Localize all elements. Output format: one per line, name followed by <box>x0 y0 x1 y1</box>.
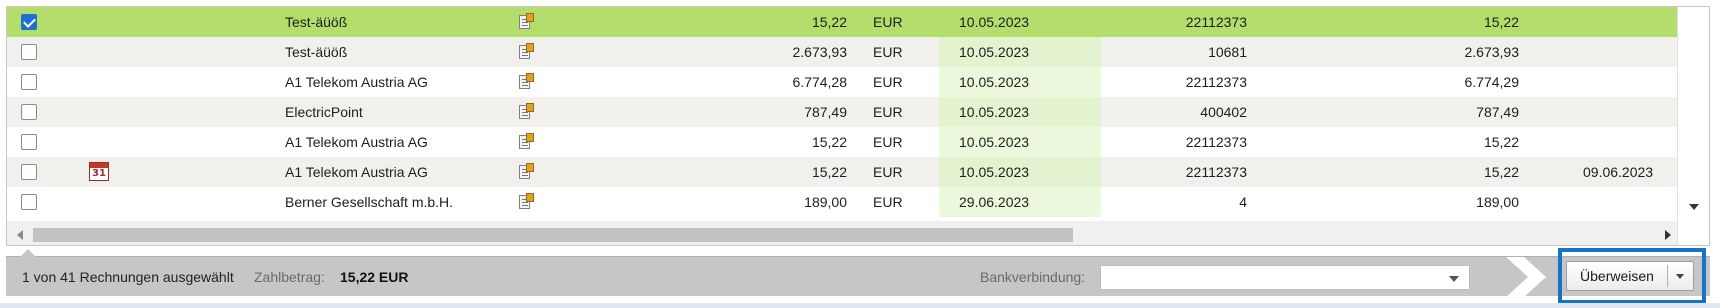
vertical-scrollbar[interactable] <box>1677 7 1709 245</box>
table-row[interactable]: 31 A1 Telekom Austria AG 15,22 EUR 10.05.202… <box>7 157 1677 187</box>
row-checkbox[interactable] <box>21 14 37 30</box>
footer-notch <box>20 249 36 257</box>
invoice-partner-cell: A1 Telekom Austria AG <box>285 134 428 150</box>
table-row[interactable]: Test-äüöß 2.673,93 EUR 10.05.2023 10681 2.673… <box>7 37 1677 67</box>
currency-cell: EUR <box>873 134 903 150</box>
open-amount-cell: 189,00 <box>1476 194 1519 210</box>
reference-cell: 4 <box>1239 194 1247 210</box>
currency-cell: EUR <box>873 164 903 180</box>
table-row[interactable]: Berner Gesellschaft m.b.H. 189,00 EUR 29.06… <box>7 187 1677 217</box>
invoice-date-cell: 10.05.2023 <box>959 14 1030 30</box>
document-icon[interactable] <box>519 13 535 30</box>
reference-cell: 22112373 <box>1185 14 1247 30</box>
bank-connection-label: Bankverbindung: <box>980 269 1086 285</box>
row-checkbox[interactable] <box>21 164 37 180</box>
open-amount-cell: 15,22 <box>1483 134 1519 150</box>
invoice-amount-cell: 2.673,93 <box>792 44 848 60</box>
document-icon[interactable] <box>519 133 535 150</box>
open-amount-cell: 6.774,29 <box>1464 74 1520 90</box>
invoice-date-cell: 10.05.2023 <box>959 44 1030 60</box>
document-icon[interactable] <box>519 43 535 60</box>
row-checkbox[interactable] <box>21 194 37 210</box>
invoice-date-cell: 10.05.2023 <box>959 104 1030 120</box>
open-amount-cell: 15,22 <box>1483 14 1519 30</box>
invoice-amount-cell: 787,49 <box>804 104 847 120</box>
invoice-partner-cell: A1 Telekom Austria AG <box>285 164 428 180</box>
invoice-partner-cell: ElectricPoint <box>285 104 363 120</box>
currency-cell: EUR <box>873 194 903 210</box>
invoice-date-cell: 10.05.2023 <box>959 134 1030 150</box>
table-row[interactable]: A1 Telekom Austria AG 6.774,28 EUR 10.05.20… <box>7 67 1677 97</box>
reference-cell: 10681 <box>1208 44 1247 60</box>
row-checkbox[interactable] <box>21 104 37 120</box>
invoice-partner-cell: Test-äüöß <box>285 44 348 60</box>
invoice-date-cell: 10.05.2023 <box>959 164 1030 180</box>
currency-cell: EUR <box>873 44 903 60</box>
due-date-cell: 09.06.2023 <box>1583 164 1654 180</box>
scroll-down-icon[interactable] <box>1689 204 1699 210</box>
document-icon[interactable] <box>519 103 535 120</box>
step-chevron-icon <box>1506 257 1546 297</box>
scroll-left-icon[interactable] <box>17 230 23 240</box>
reference-cell: 22112373 <box>1185 164 1247 180</box>
payment-footer: 1 von 41 Rechnungen ausgewählt Zahlbetra… <box>6 249 1710 297</box>
invoice-amount-cell: 6.774,28 <box>792 74 848 90</box>
table-row[interactable]: Test-äüöß 15,22 EUR 10.05.2023 22112373 15,22 <box>7 7 1677 37</box>
horizontal-scrollbar[interactable] <box>7 221 1677 245</box>
invoice-partner-cell: A1 Telekom Austria AG <box>285 74 428 90</box>
invoice-amount-cell: 15,22 <box>811 14 847 30</box>
row-checkbox[interactable] <box>21 44 37 60</box>
invoice-partner-cell: Berner Gesellschaft m.b.H. <box>285 194 454 210</box>
reference-cell: 22112373 <box>1185 134 1247 150</box>
invoice-grid: Test-äüöß 15,22 EUR 10.05.2023 22112373 15,22… <box>6 6 1710 246</box>
calendar-icon: 31 <box>89 162 109 181</box>
row-checkbox[interactable] <box>21 74 37 90</box>
open-amount-cell: 787,49 <box>1476 104 1519 120</box>
zahlbetrag-value: 15,22 EUR <box>340 269 409 285</box>
document-icon[interactable] <box>519 73 535 90</box>
currency-cell: EUR <box>873 14 903 30</box>
document-icon[interactable] <box>519 193 535 210</box>
invoice-rows: Test-äüöß 15,22 EUR 10.05.2023 22112373 15,22… <box>7 7 1677 217</box>
open-amount-cell: 2.673,93 <box>1464 44 1520 60</box>
transfer-split-button[interactable]: Überweisen <box>1566 261 1694 291</box>
open-amount-cell: 15,22 <box>1483 164 1519 180</box>
row-checkbox[interactable] <box>21 134 37 150</box>
transfer-button[interactable]: Überweisen <box>1567 262 1667 290</box>
document-icon[interactable] <box>519 163 535 180</box>
transfer-options-chevron-down-icon[interactable] <box>1668 262 1693 290</box>
invoice-amount-cell: 15,22 <box>811 164 847 180</box>
selection-count-text: 1 von 41 Rechnungen ausgewählt <box>22 269 234 285</box>
chevron-down-icon[interactable] <box>1449 276 1459 282</box>
bank-connection-select[interactable] <box>1100 265 1470 290</box>
scroll-right-icon[interactable] <box>1665 230 1671 240</box>
reference-cell: 22112373 <box>1185 74 1247 90</box>
currency-cell: EUR <box>873 74 903 90</box>
zahlbetrag-label: Zahlbetrag: <box>254 269 325 285</box>
invoice-amount-cell: 15,22 <box>811 134 847 150</box>
invoice-date-cell: 29.06.2023 <box>959 194 1030 210</box>
reference-cell: 400402 <box>1200 104 1247 120</box>
invoice-date-cell: 10.05.2023 <box>959 74 1030 90</box>
invoice-amount-cell: 189,00 <box>804 194 847 210</box>
window-bottom-edge <box>0 303 1720 308</box>
currency-cell: EUR <box>873 104 903 120</box>
table-row[interactable]: ElectricPoint 787,49 EUR 10.05.2023 400402 78… <box>7 97 1677 127</box>
horizontal-scroll-thumb[interactable] <box>33 228 1073 242</box>
table-row[interactable]: A1 Telekom Austria AG 15,22 EUR 10.05.2023 2… <box>7 127 1677 157</box>
invoice-partner-cell: Test-äüöß <box>285 14 348 30</box>
